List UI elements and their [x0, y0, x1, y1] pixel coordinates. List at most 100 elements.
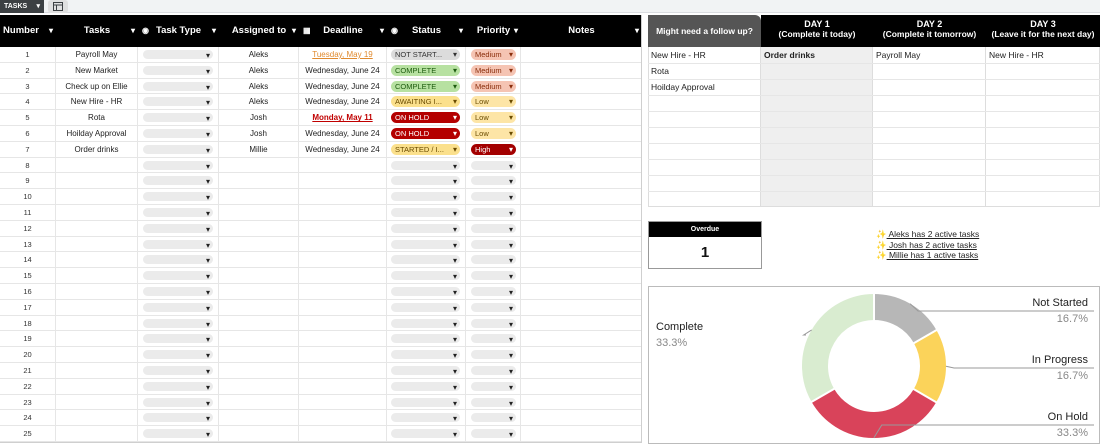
task-type-cell[interactable] [138, 299, 219, 316]
priority-dropdown[interactable] [471, 285, 516, 300]
task-cell[interactable] [56, 394, 138, 411]
task-type-cell[interactable] [138, 141, 219, 158]
deadline-cell[interactable] [299, 252, 387, 269]
chevron-down-icon[interactable]: ▾ [459, 15, 463, 47]
task-cell[interactable] [56, 347, 138, 363]
status-chip[interactable]: COMPLETE [391, 80, 460, 92]
column-header-assigned-to[interactable]: Assigned to ▾ [219, 15, 299, 47]
notes-cell[interactable] [521, 189, 641, 205]
task-type-dropdown[interactable] [143, 159, 213, 173]
notes-cell[interactable] [521, 284, 641, 300]
assigned-to-cell[interactable]: Millie [219, 141, 299, 158]
priority-chip[interactable]: Low [471, 96, 516, 108]
priority-cell[interactable] [466, 284, 521, 300]
assigned-to-cell[interactable] [219, 363, 299, 379]
task-type-cell[interactable] [138, 410, 219, 427]
follow-up-item[interactable]: Rota [651, 66, 669, 76]
status-cell[interactable] [387, 173, 466, 190]
priority-cell[interactable] [466, 394, 521, 411]
status-cell[interactable] [387, 331, 466, 348]
task-cell[interactable] [56, 189, 138, 205]
assigned-to-cell[interactable] [219, 157, 299, 174]
priority-chip[interactable]: Medium [471, 64, 516, 76]
priority-dropdown[interactable] [471, 427, 516, 442]
priority-cell[interactable] [466, 157, 521, 174]
deadline-cell[interactable] [299, 331, 387, 348]
priority-cell[interactable]: Medium [466, 78, 521, 95]
notes-cell[interactable] [521, 142, 641, 158]
task-type-cell[interactable] [138, 315, 219, 332]
task-cell[interactable]: New Market [56, 62, 138, 79]
task-cell[interactable]: Hoilday Approval [56, 126, 138, 142]
priority-cell[interactable]: Low [466, 126, 521, 142]
column-header-task-type[interactable]: ◉ Task Type ▾ [138, 15, 219, 47]
priority-dropdown[interactable] [471, 159, 516, 173]
priority-cell[interactable] [466, 220, 521, 237]
status-cell[interactable]: COMPLETE [387, 62, 466, 79]
column-header-tasks[interactable]: Tasks ▾ [56, 15, 138, 47]
assigned-to-cell[interactable] [219, 284, 299, 300]
status-cell[interactable] [387, 268, 466, 284]
task-cell[interactable] [56, 220, 138, 237]
status-cell[interactable]: NOT START... [387, 47, 466, 63]
status-dropdown[interactable] [391, 174, 460, 189]
notes-cell[interactable] [521, 158, 641, 174]
task-cell[interactable] [56, 315, 138, 332]
assigned-to-cell[interactable] [219, 252, 299, 269]
priority-chip[interactable]: Medium [471, 80, 516, 92]
status-cell[interactable] [387, 284, 466, 300]
status-dropdown[interactable] [391, 396, 460, 410]
status-dropdown[interactable] [391, 380, 460, 395]
follow-up-item[interactable]: Hoilday Approval [651, 82, 715, 92]
notes-cell[interactable] [521, 252, 641, 268]
status-cell[interactable]: COMPLETE [387, 78, 466, 95]
follow-up-item[interactable]: Order drinks [764, 50, 815, 60]
status-cell[interactable] [387, 363, 466, 379]
status-dropdown[interactable] [391, 253, 460, 268]
deadline-cell[interactable]: Wednesday, June 24 [299, 78, 387, 95]
task-type-dropdown[interactable] [143, 396, 213, 410]
priority-cell[interactable]: High [466, 141, 521, 158]
task-type-dropdown[interactable] [143, 206, 213, 221]
task-type-cell[interactable] [138, 173, 219, 190]
task-type-cell[interactable] [138, 331, 219, 348]
task-type-cell[interactable] [138, 62, 219, 79]
priority-dropdown[interactable] [471, 238, 516, 252]
priority-chip[interactable]: Low [471, 128, 516, 139]
assigned-to-cell[interactable] [219, 426, 299, 442]
priority-cell[interactable]: Low [466, 94, 521, 111]
deadline-cell[interactable]: Wednesday, June 24 [299, 94, 387, 111]
notes-cell[interactable] [521, 347, 641, 363]
task-type-cell[interactable] [138, 126, 219, 142]
task-cell[interactable]: Payroll May [56, 47, 138, 63]
priority-dropdown[interactable] [471, 253, 516, 268]
sheet-tab-tasks[interactable]: TASKS ▾ [0, 0, 44, 13]
chevron-down-icon[interactable]: ▾ [212, 15, 216, 47]
deadline-cell[interactable] [299, 173, 387, 190]
task-cell[interactable] [56, 157, 138, 174]
task-cell[interactable]: New Hire - HR [56, 94, 138, 111]
chevron-down-icon[interactable]: ▾ [635, 15, 639, 47]
assigned-to-cell[interactable] [219, 236, 299, 253]
notes-cell[interactable] [521, 237, 641, 253]
priority-dropdown[interactable] [471, 174, 516, 189]
notes-cell[interactable] [521, 110, 641, 126]
task-type-cell[interactable] [138, 47, 219, 63]
status-cell[interactable] [387, 220, 466, 237]
status-cell[interactable] [387, 394, 466, 411]
status-chip[interactable]: COMPLETE [391, 64, 460, 76]
priority-cell[interactable] [466, 363, 521, 379]
assigned-to-cell[interactable] [219, 268, 299, 284]
notes-cell[interactable] [521, 47, 641, 63]
deadline-cell[interactable]: Wednesday, June 24 [299, 126, 387, 142]
task-type-cell[interactable] [138, 378, 219, 395]
status-cell[interactable]: ON HOLD [387, 110, 466, 126]
priority-dropdown[interactable] [471, 348, 516, 363]
chevron-down-icon[interactable]: ▾ [131, 15, 135, 47]
status-dropdown[interactable] [391, 427, 460, 442]
priority-dropdown[interactable] [471, 269, 516, 284]
task-type-dropdown[interactable] [143, 143, 213, 158]
chevron-down-icon[interactable]: ▾ [292, 15, 296, 47]
task-cell[interactable] [56, 426, 138, 442]
column-header-number-menu[interactable]: ▾ [42, 15, 56, 47]
